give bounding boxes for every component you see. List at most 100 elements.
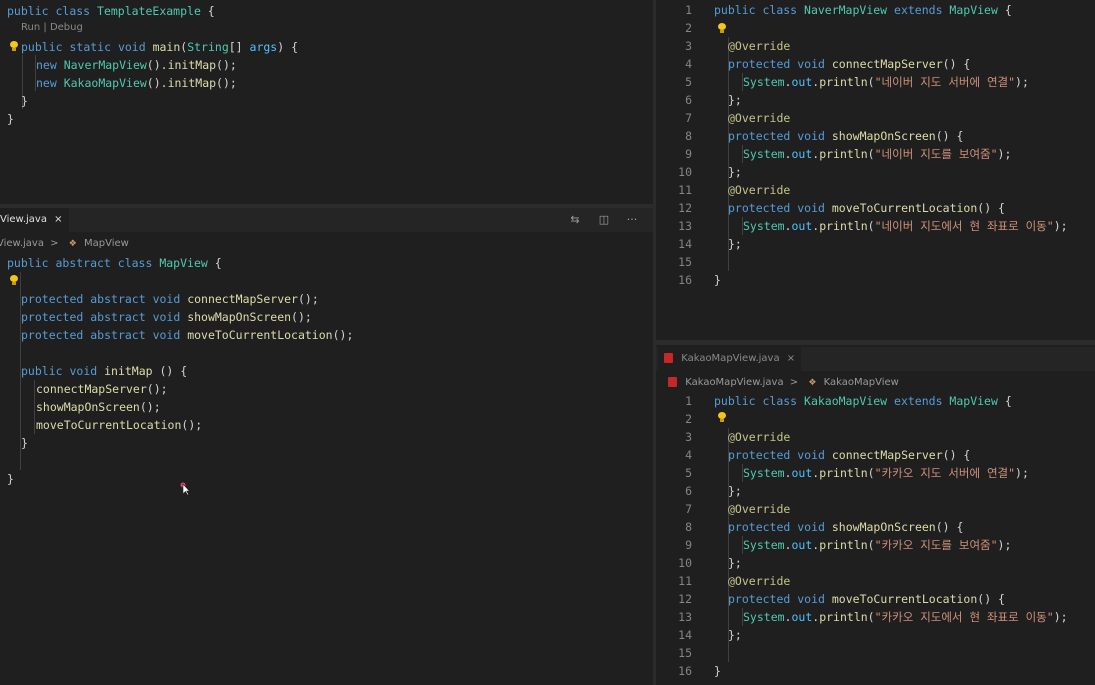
- codelens-run[interactable]: Run: [21, 22, 40, 33]
- code-area: 1 2 3 4 5 6 7 8 9 10 11 12 13 14 15 16 public class Nav…: [656, 1, 1095, 337]
- line-number: 11: [678, 574, 692, 588]
- code-token: args: [249, 40, 278, 54]
- code-line: }: [7, 110, 14, 128]
- code-token: moveToCurrentLocation: [831, 592, 978, 606]
- tab-mapview[interactable]: View.java ×: [0, 208, 69, 232]
- lightbulb-icon[interactable]: [718, 412, 726, 422]
- code-token: System: [743, 538, 785, 552]
- code-token: abstract: [90, 328, 153, 342]
- code-token: System: [743, 466, 785, 480]
- code-token: class: [762, 3, 805, 17]
- breadcrumb-symbol[interactable]: MapView: [84, 238, 129, 249]
- code-token: void: [152, 328, 188, 342]
- codelens: Run | Debug: [21, 22, 83, 33]
- code-token: MapView: [159, 256, 215, 270]
- code-token: KakaoMapView: [804, 394, 895, 408]
- code-token: out: [791, 538, 813, 552]
- code-line: };: [714, 235, 742, 253]
- code-token: abstract: [90, 310, 153, 324]
- code-token: System: [743, 219, 785, 233]
- code-line: System.out.println("네이버 지도 서버에 연결");: [714, 73, 1029, 91]
- close-icon[interactable]: ×: [787, 353, 795, 364]
- lightbulb-icon[interactable]: [718, 23, 726, 33]
- code-token: protected: [728, 201, 798, 215]
- code-line: };: [714, 163, 742, 181]
- codelens-debug[interactable]: Debug: [50, 22, 83, 33]
- editor-pane-naver: 1 2 3 4 5 6 7 8 9 10 11 12 13 14 15 16 public class Nav…: [656, 0, 1095, 340]
- more-actions-icon[interactable]: ···: [622, 213, 642, 227]
- tab-kakaomapview[interactable]: KakaoMapView.java ×: [658, 347, 802, 371]
- code-area: public abstract class MapView { protecte…: [7, 254, 647, 684]
- breadcrumb-file[interactable]: KakaoMapView.java: [685, 377, 783, 388]
- code-token: {: [207, 4, 215, 18]
- line-number: 7: [685, 502, 692, 516]
- compare-icon[interactable]: ⇆: [568, 213, 582, 227]
- code-token: static: [69, 40, 118, 54]
- breadcrumb-file[interactable]: View.java: [0, 238, 44, 249]
- code-line: }: [7, 470, 14, 488]
- code-area: Run | Debug public class TemplateExample…: [7, 1, 647, 201]
- code-token: (: [867, 147, 875, 161]
- editor-pane-kakao: KakaoMapView.java × KakaoMapView.java > …: [656, 345, 1095, 685]
- code-token: println: [819, 538, 868, 552]
- mouse-cursor-icon: [180, 482, 190, 496]
- line-number: 16: [678, 273, 692, 287]
- breadcrumb-separator: >: [789, 377, 799, 388]
- code-token: "카카오 지도를 보여줌": [874, 538, 998, 552]
- code-token: MapView: [949, 394, 1005, 408]
- code-token: println: [819, 466, 868, 480]
- code-token: class: [55, 4, 98, 18]
- code-token: ().: [146, 58, 168, 72]
- code-line: };: [714, 626, 742, 644]
- code-token: protected: [21, 310, 91, 324]
- line-number: 3: [685, 430, 692, 444]
- code-token: }: [7, 112, 14, 126]
- code-token: public: [714, 3, 763, 17]
- line-number: 14: [678, 237, 692, 251]
- code-token: public: [7, 256, 56, 270]
- code-line: System.out.println("네이버 지도를 보여줌");: [714, 145, 1011, 163]
- line-number: 16: [678, 664, 692, 678]
- code-token: () {: [935, 129, 964, 143]
- line-number: 7: [685, 111, 692, 125]
- lightbulb-icon[interactable]: [10, 275, 18, 285]
- code-line: @Override: [714, 428, 790, 446]
- code-token: (: [867, 538, 875, 552]
- line-number: 5: [685, 466, 692, 480]
- line-number: 14: [678, 628, 692, 642]
- code-token: main: [152, 40, 181, 54]
- close-icon[interactable]: ×: [54, 214, 62, 225]
- code-token: []: [228, 40, 250, 54]
- code-token: String: [187, 40, 229, 54]
- code-token: (: [867, 219, 875, 233]
- code-token: initMap: [104, 364, 160, 378]
- tab-label: KakaoMapView.java: [681, 353, 780, 364]
- code-line: connectMapServer();: [7, 380, 168, 398]
- code-token: void: [797, 201, 832, 215]
- code-token: moveToCurrentLocation: [831, 201, 978, 215]
- code-token: "카카오 지도에서 현 좌표로 이동": [874, 610, 1054, 624]
- code-token: println: [819, 610, 868, 624]
- line-number: 4: [685, 448, 692, 462]
- code-line: @Override: [714, 37, 790, 55]
- breadcrumb-symbol[interactable]: KakaoMapView: [824, 377, 899, 388]
- breadcrumb: View.java > ❖ MapView: [0, 236, 129, 252]
- code-token: () {: [977, 201, 1005, 215]
- code-token: "네이버 지도 서버에 연결": [874, 75, 1016, 89]
- code-line: protected void moveToCurrentLocation() {: [714, 590, 1005, 608]
- line-number: 10: [678, 165, 692, 179]
- code-line: protected abstract void connectMapServer…: [7, 290, 319, 308]
- class-symbol-icon: ❖: [68, 239, 77, 249]
- code-token: (: [867, 466, 875, 480]
- codelens-separator: |: [43, 22, 47, 33]
- line-number: 3: [685, 39, 692, 53]
- code-token: moveToCurrentLocation: [36, 418, 182, 432]
- editor-pane-mapview: View.java × ⇆ ◫ ··· View.java > ❖ MapVie…: [0, 208, 653, 685]
- code-token: ();: [146, 382, 168, 396]
- code-line: }: [714, 271, 721, 289]
- code-token: extends: [894, 394, 950, 408]
- split-editor-icon[interactable]: ◫: [597, 213, 611, 227]
- code-token: System: [743, 75, 785, 89]
- code-token: }: [714, 273, 721, 287]
- code-line: @Override: [714, 500, 790, 518]
